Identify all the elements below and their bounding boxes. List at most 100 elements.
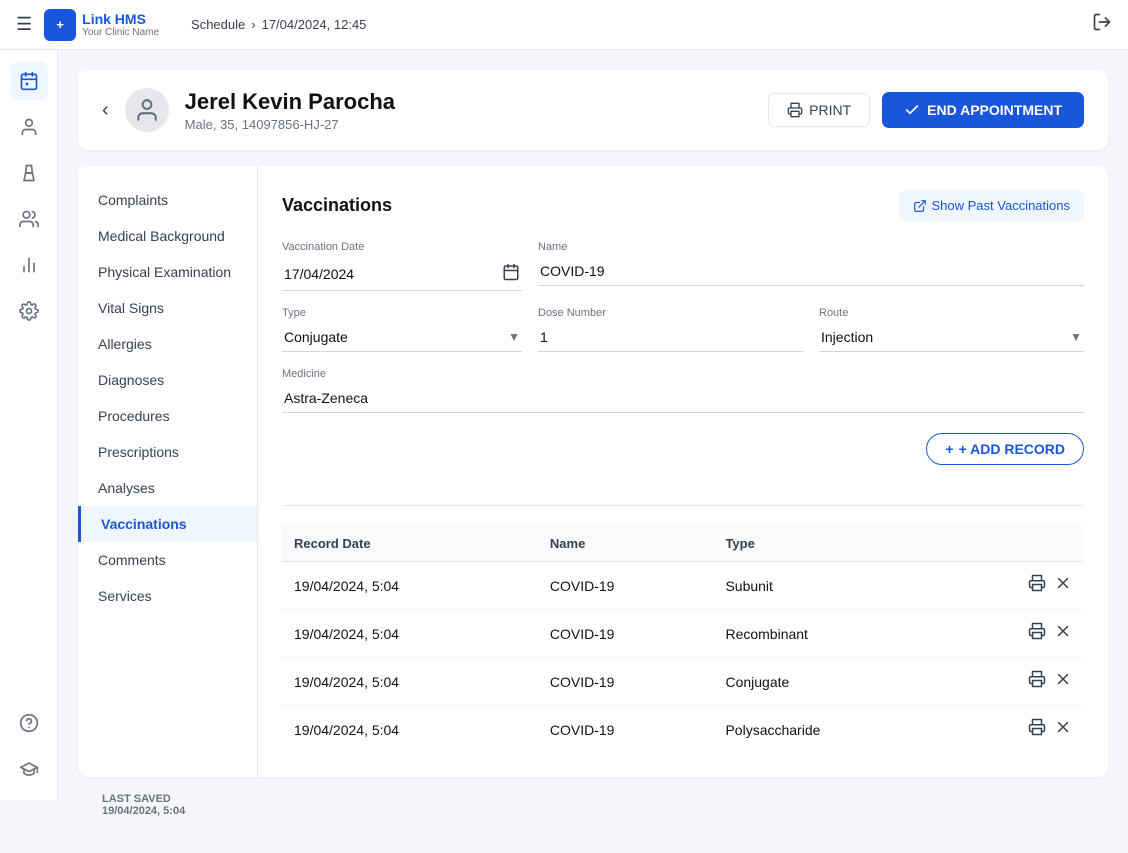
top-nav: ☰ + Link HMS Your Clinic Name Schedule ›…	[0, 0, 1128, 50]
logo-text: Link HMS Your Clinic Name	[82, 11, 159, 39]
nav-item-prescriptions[interactable]: Prescriptions	[78, 434, 257, 470]
end-appointment-label: END APPOINTMENT	[927, 102, 1062, 118]
dose-number-label: Dose Number	[538, 307, 803, 319]
row-delete-button[interactable]	[1054, 574, 1072, 597]
last-saved-value: 19/04/2024, 5:04	[102, 805, 1084, 817]
left-nav: Complaints Medical Background Physical E…	[78, 166, 258, 777]
cell-date: 19/04/2024, 5:04	[282, 562, 538, 610]
cell-date: 19/04/2024, 5:04	[282, 706, 538, 754]
cell-name: COVID-19	[538, 610, 714, 658]
last-saved-label: LAST SAVED	[102, 793, 1084, 805]
sidebar-icon-calendar[interactable]	[10, 62, 48, 100]
row-print-button[interactable]	[1028, 670, 1046, 693]
row-delete-button[interactable]	[1054, 718, 1072, 741]
section-title: Vaccinations	[282, 195, 392, 216]
row-print-button[interactable]	[1028, 574, 1046, 597]
section-header: Vaccinations Show Past Vaccinations	[282, 190, 1084, 221]
breadcrumb-separator: ›	[251, 17, 255, 32]
hamburger-menu[interactable]: ☰	[16, 14, 32, 35]
nav-item-physical-examination[interactable]: Physical Examination	[78, 254, 257, 290]
records-table: Record Date Name Type 19/04/2024, 5:04 C…	[282, 526, 1084, 753]
route-select-row[interactable]: Injection Oral Nasal ▼	[819, 323, 1084, 352]
content-card: Complaints Medical Background Physical E…	[78, 166, 1108, 777]
patient-info: Jerel Kevin Parocha Male, 35, 14097856-H…	[185, 89, 753, 132]
dose-number-input[interactable]	[540, 329, 801, 345]
main-wrapper: ‹ Jerel Kevin Parocha Male, 35, 14097856…	[58, 50, 1128, 853]
sidebar-icon-settings[interactable]	[10, 292, 48, 330]
back-button[interactable]: ‹	[102, 99, 109, 122]
vaccination-date-input-row[interactable]	[282, 257, 522, 291]
nav-item-services[interactable]: Services	[78, 578, 257, 614]
type-select-arrow: ▼	[508, 330, 520, 344]
sidebar-icon-help[interactable]	[10, 704, 48, 742]
print-button[interactable]: PRINT	[768, 93, 870, 127]
sidebar-icon-flask[interactable]	[10, 154, 48, 192]
medicine-input-row[interactable]	[282, 384, 1084, 413]
sidebar-icon-group[interactable]	[10, 200, 48, 238]
cell-name: COVID-19	[538, 706, 714, 754]
form-row-type-dose-route: Type Conjugate Subunit Recombinant Polys…	[282, 307, 1084, 352]
cell-name: COVID-19	[538, 562, 714, 610]
type-field: Type Conjugate Subunit Recombinant Polys…	[282, 307, 522, 352]
nav-item-diagnoses[interactable]: Diagnoses	[78, 362, 257, 398]
type-select-row[interactable]: Conjugate Subunit Recombinant Polysaccha…	[282, 323, 522, 352]
route-field: Route Injection Oral Nasal ▼	[819, 307, 1084, 352]
col-name: Name	[538, 526, 714, 562]
row-delete-button[interactable]	[1054, 622, 1072, 645]
cell-date: 19/04/2024, 5:04	[282, 610, 538, 658]
table-row: 19/04/2024, 5:04 COVID-19 Conjugate	[282, 658, 1084, 706]
nav-item-vital-signs[interactable]: Vital Signs	[78, 290, 257, 326]
dose-number-input-row[interactable]	[538, 323, 803, 352]
right-panel: Vaccinations Show Past Vaccinations Vacc…	[258, 166, 1108, 777]
add-record-button[interactable]: + + ADD RECORD	[926, 433, 1084, 465]
name-input[interactable]	[540, 263, 1082, 279]
logo: + Link HMS Your Clinic Name	[44, 9, 159, 41]
route-select[interactable]: Injection Oral Nasal	[821, 329, 1070, 345]
header-actions: PRINT END APPOINTMENT	[768, 92, 1084, 128]
nav-item-medical-background[interactable]: Medical Background	[78, 218, 257, 254]
patient-header: ‹ Jerel Kevin Parocha Male, 35, 14097856…	[78, 70, 1108, 150]
nav-item-comments[interactable]: Comments	[78, 542, 257, 578]
medicine-field: Medicine	[282, 368, 1084, 413]
patient-avatar	[125, 88, 169, 132]
nav-item-complaints[interactable]: Complaints	[78, 182, 257, 218]
nav-item-procedures[interactable]: Procedures	[78, 398, 257, 434]
vaccination-date-input[interactable]	[284, 266, 502, 282]
cell-type: Subunit	[713, 562, 949, 610]
nav-item-analyses[interactable]: Analyses	[78, 470, 257, 506]
print-label: PRINT	[809, 102, 851, 118]
medicine-label: Medicine	[282, 368, 1084, 380]
table-row: 19/04/2024, 5:04 COVID-19 Polysaccharide	[282, 706, 1084, 754]
route-select-arrow: ▼	[1070, 330, 1082, 344]
add-record-label: + ADD RECORD	[959, 441, 1065, 457]
cell-type: Polysaccharide	[713, 706, 949, 754]
cell-date: 19/04/2024, 5:04	[282, 658, 538, 706]
logo-title: Link HMS	[82, 11, 159, 28]
cell-type: Recombinant	[713, 610, 949, 658]
nav-item-vaccinations[interactable]: Vaccinations	[78, 506, 257, 542]
show-past-vaccinations-button[interactable]: Show Past Vaccinations	[899, 190, 1085, 221]
name-input-row[interactable]	[538, 257, 1084, 286]
row-print-button[interactable]	[1028, 622, 1046, 645]
logout-button[interactable]	[1092, 12, 1112, 37]
type-select[interactable]: Conjugate Subunit Recombinant Polysaccha…	[284, 329, 508, 345]
show-past-label: Show Past Vaccinations	[932, 198, 1071, 213]
logo-sub: Your Clinic Name	[82, 27, 159, 38]
row-delete-button[interactable]	[1054, 670, 1072, 693]
breadcrumb: Schedule › 17/04/2024, 12:45	[191, 17, 366, 32]
breadcrumb-parent[interactable]: Schedule	[191, 17, 245, 32]
cell-name: COVID-19	[538, 658, 714, 706]
add-record-plus: +	[945, 441, 953, 457]
name-field: Name	[538, 241, 1084, 291]
table-row: 19/04/2024, 5:04 COVID-19 Subunit	[282, 562, 1084, 610]
footer-saved: LAST SAVED 19/04/2024, 5:04	[78, 777, 1108, 833]
logo-icon: +	[44, 9, 76, 41]
nav-item-allergies[interactable]: Allergies	[78, 326, 257, 362]
medicine-input[interactable]	[284, 390, 1082, 406]
sidebar-icon-chart[interactable]	[10, 246, 48, 284]
sidebar-icon-user[interactable]	[10, 108, 48, 146]
row-print-button[interactable]	[1028, 718, 1046, 741]
end-appointment-button[interactable]: END APPOINTMENT	[882, 92, 1084, 128]
cell-actions	[949, 562, 1084, 610]
sidebar-icon-graduation[interactable]	[10, 750, 48, 788]
